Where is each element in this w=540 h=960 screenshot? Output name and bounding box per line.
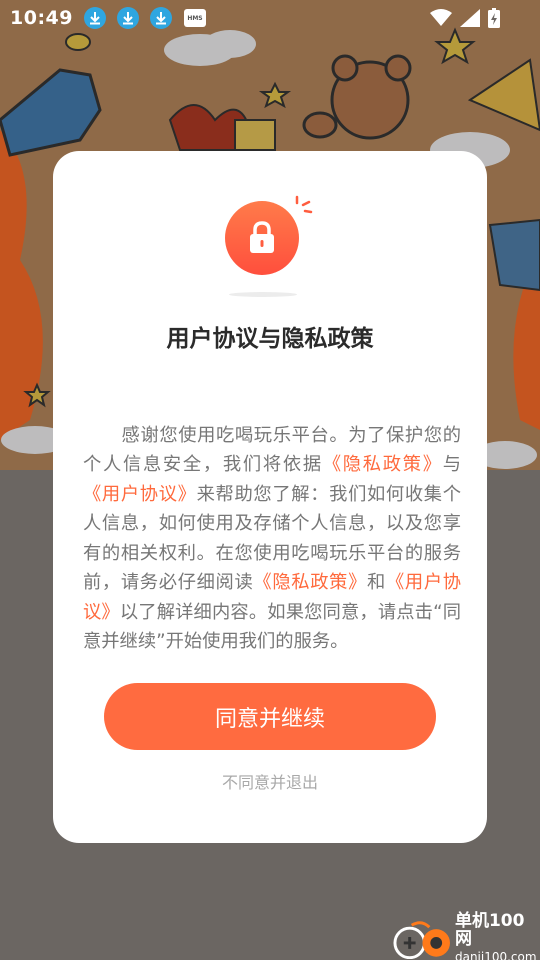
screen: 10:49 HMS 用户协议与隐私政策 感谢您使用吃喝玩乐平台。为了保护您的个人… — [0, 0, 540, 960]
download-icon — [116, 7, 139, 29]
wifi-icon — [430, 9, 452, 26]
body-text: 和 — [367, 572, 386, 593]
agree-continue-button[interactable]: 同意并继续 — [104, 683, 436, 750]
body-text: 以了解详细内容。如果您同意，请点击“同意并继续”开始使用我们的服务。 — [83, 601, 461, 653]
signal-icon — [460, 9, 480, 27]
status-bar: 10:49 HMS — [0, 0, 540, 36]
download-icon — [149, 7, 172, 29]
battery-charging-icon — [488, 8, 500, 28]
download-icon — [83, 7, 106, 29]
body-text: 与 — [442, 454, 461, 475]
watermark-en: danji100.com — [454, 950, 537, 960]
dialog-title: 用户协议与隐私政策 — [166, 326, 374, 352]
decline-exit-button[interactable]: 不同意并退出 — [53, 769, 487, 793]
hms-icon: HMS — [183, 9, 206, 27]
watermark-text: 单机100网 danji100.com — [455, 912, 540, 960]
lock-badge — [225, 201, 299, 275]
watermark-logo-icon — [393, 921, 450, 959]
watermark-cn: 单机100网 — [454, 911, 525, 949]
status-time: 10:49 — [10, 7, 73, 29]
privacy-dialog: 用户协议与隐私政策 感谢您使用吃喝玩乐平台。为了保护您的个人信息安全，我们将依据… — [53, 151, 487, 843]
watermark: 单机100网 danji100.com — [392, 912, 540, 960]
status-icons — [430, 8, 500, 28]
badge-shadow — [229, 292, 297, 297]
privacy-policy-link[interactable]: 《隐私政策》 — [253, 572, 367, 593]
privacy-policy-link[interactable]: 《隐私政策》 — [323, 454, 443, 475]
dialog-body: 感谢您使用吃喝玩乐平台。为了保护您的个人信息安全，我们将依据《隐私政策》与《用户… — [83, 391, 461, 686]
user-agreement-link[interactable]: 《用户协议》 — [83, 484, 197, 505]
sparkle-icon — [295, 195, 313, 214]
lock-icon — [250, 221, 274, 253]
